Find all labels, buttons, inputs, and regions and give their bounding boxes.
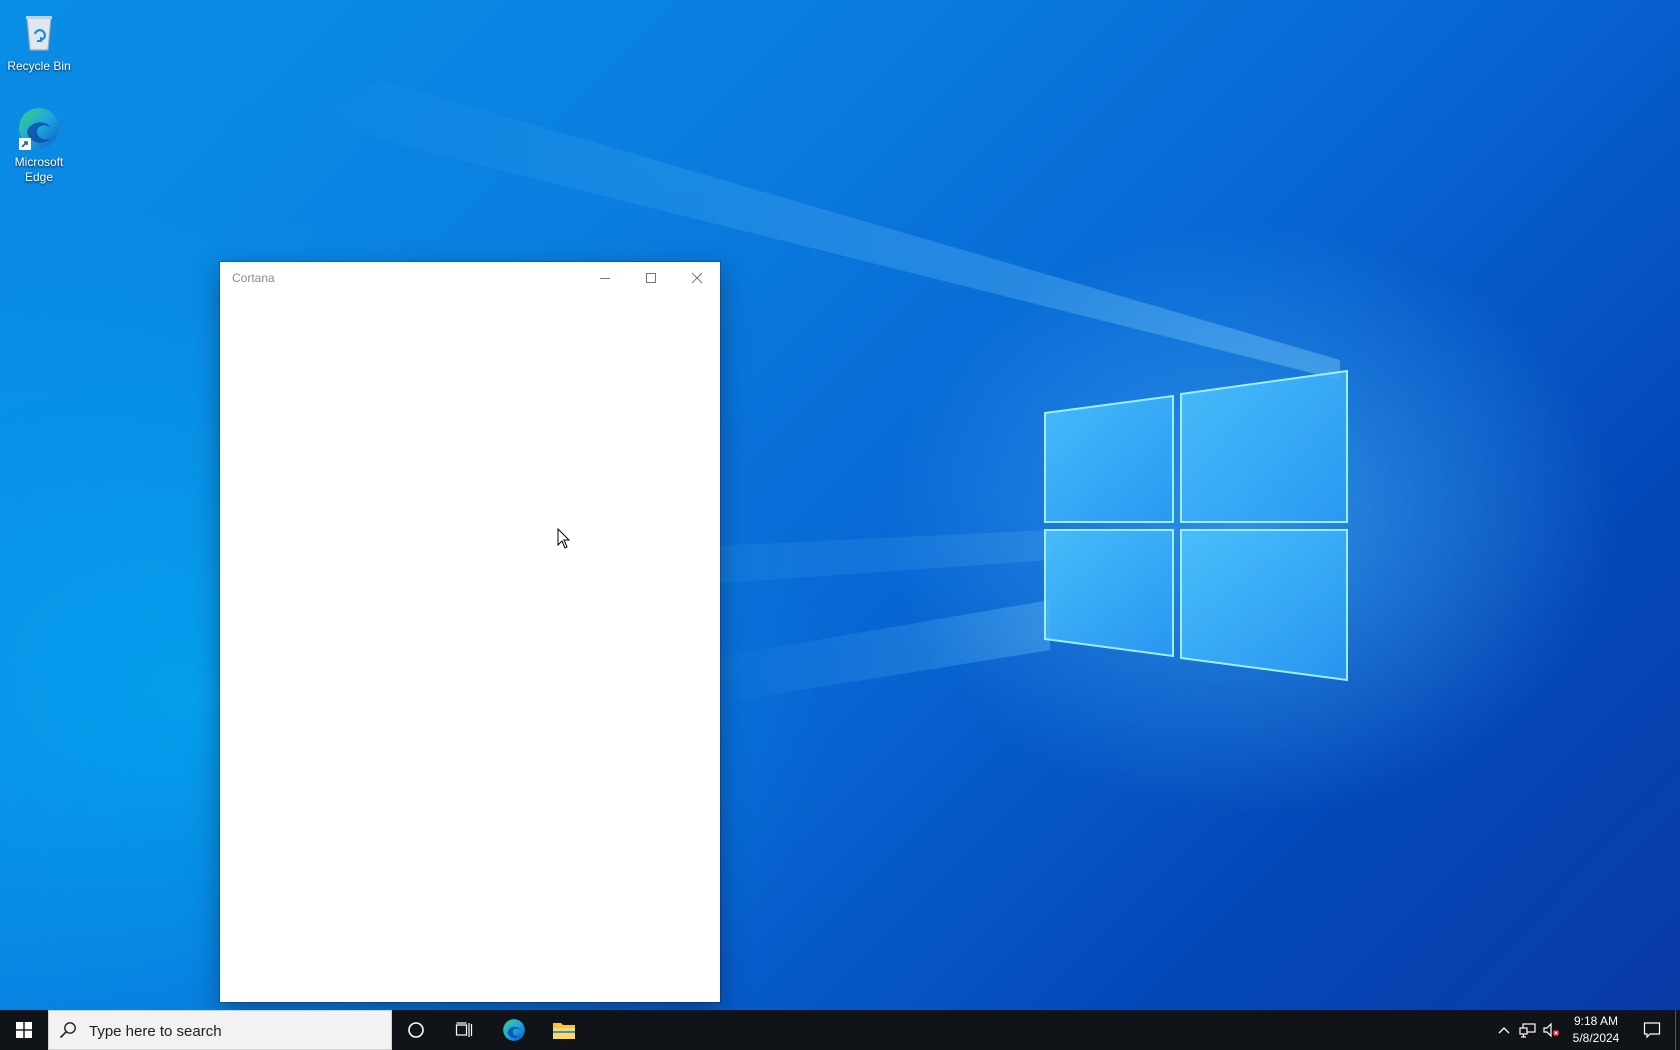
edge-icon [503,1019,525,1041]
network-button[interactable] [1516,1010,1540,1050]
show-desktop-button[interactable] [1675,1010,1680,1050]
notifications-icon [1643,1022,1661,1039]
start-button[interactable] [0,1010,48,1050]
recycle-bin-icon [26,16,52,51]
taskbar-search-box[interactable]: Type here to search [48,1010,392,1050]
cortana-icon [408,1022,424,1038]
mouse-cursor-icon [557,528,571,549]
close-icon [691,272,703,284]
desktop-icon-microsoft-edge[interactable]: Microsoft Edge [0,104,78,185]
maximize-icon [646,273,656,283]
window-content [220,294,720,1002]
minimize-button[interactable] [582,262,628,294]
cortana-button[interactable] [392,1010,440,1050]
clock-date: 5/8/2024 [1572,1031,1620,1045]
close-button[interactable] [674,262,720,294]
search-placeholder: Type here to search [89,1023,222,1040]
network-icon [1519,1023,1536,1038]
taskbar: Type here to search 9:18 AM 5/8/2024 [0,1010,1680,1050]
action-center-button[interactable] [1632,1010,1672,1050]
task-view-button[interactable] [440,1010,488,1050]
desktop-icon-recycle-bin[interactable]: Recycle Bin [0,8,78,74]
minimize-icon [600,278,610,279]
file-explorer-icon [553,1023,575,1039]
desktop-icon-label: Microsoft Edge [14,155,64,184]
chevron-up-icon [1498,1027,1510,1034]
cortana-window[interactable]: Cortana [220,262,720,1002]
windows-start-icon [16,1022,32,1038]
taskbar-file-explorer-button[interactable] [540,1010,588,1050]
desktop-icon-label: Recycle Bin [7,59,71,73]
window-title: Cortana [232,271,275,285]
maximize-button[interactable] [628,262,674,294]
window-titlebar[interactable]: Cortana [220,262,720,294]
clock-time: 9:18 AM [1573,1014,1619,1028]
desktop[interactable]: Recycle Bin Microsoft Edge Cortana [0,0,1680,1010]
taskbar-clock[interactable]: 9:18 AM 5/8/2024 [1560,1013,1632,1047]
edge-icon [19,108,59,150]
volume-muted-icon [1543,1022,1560,1038]
task-view-icon [455,1022,473,1037]
volume-button[interactable] [1540,1010,1562,1050]
taskbar-edge-button[interactable] [490,1010,538,1050]
show-hidden-icons-button[interactable] [1492,1010,1516,1050]
search-icon [59,1022,76,1039]
